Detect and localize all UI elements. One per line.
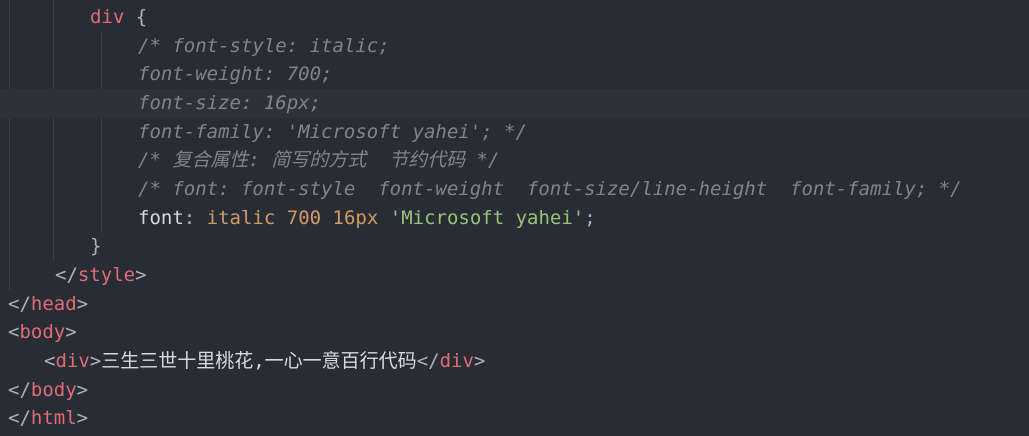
punctuation: :: [183, 207, 207, 229]
html-tag: head: [30, 293, 77, 315]
punctuation: <: [8, 321, 20, 343]
punctuation: >: [76, 407, 89, 429]
code-comment: /* 复合属性: 简写的方式 节约代码 */: [138, 149, 500, 171]
code-line[interactable]: </html>: [8, 404, 1029, 433]
html-tag: div: [55, 350, 90, 372]
code-line[interactable]: </head>: [8, 290, 1029, 319]
css-value: italic: [206, 207, 276, 229]
css-value: 16px: [332, 207, 379, 229]
punctuation: >: [135, 264, 147, 286]
html-tag: html: [30, 407, 77, 429]
code-comment: font-weight: 700;: [138, 63, 333, 85]
punctuation: </: [55, 264, 78, 286]
punctuation: </: [8, 293, 31, 315]
code-line[interactable]: </style>: [55, 261, 1029, 290]
css-selector: div: [90, 6, 125, 28]
css-property: font: [138, 207, 184, 229]
punctuation: >: [76, 379, 89, 401]
code-line[interactable]: /* font-style: italic;: [138, 32, 1029, 61]
punctuation: >: [76, 293, 89, 315]
punctuation: <: [44, 350, 56, 372]
html-tag: style: [77, 264, 136, 286]
code-comment: font-family: 'Microsoft yahei'; */: [138, 121, 527, 143]
code-line[interactable]: /* font: font-style font-weight font-siz…: [138, 175, 1029, 204]
punctuation: >: [473, 350, 486, 372]
indent-guide: [53, 0, 54, 260]
code-editor[interactable]: div { /* font-style: italic; font-weight…: [0, 0, 1029, 436]
code-comment: /* font-style: italic;: [138, 35, 390, 57]
code-line[interactable]: <body>: [8, 318, 1029, 347]
code-line[interactable]: </body>: [8, 376, 1029, 405]
punctuation: ;: [584, 207, 596, 229]
html-tag: body: [30, 379, 77, 401]
code-line[interactable]: font-family: 'Microsoft yahei'; */: [138, 118, 1029, 147]
code-line[interactable]: font-weight: 700;: [138, 60, 1029, 89]
punctuation: >: [65, 321, 77, 343]
punctuation: }: [90, 235, 102, 257]
code-line[interactable]: /* 复合属性: 简写的方式 节约代码 */: [138, 146, 1029, 175]
code-comment: /* font: font-style font-weight font-siz…: [138, 178, 962, 200]
html-tag: body: [19, 321, 66, 343]
html-tag: div: [439, 350, 474, 372]
punctuation: </: [416, 350, 440, 372]
text-content: 三生三世十里桃花,一心一意百行代码: [101, 350, 417, 372]
code-line-current[interactable]: font-size: 16px;: [0, 89, 1029, 118]
indent-guide: [9, 0, 10, 290]
punctuation: {: [124, 6, 148, 28]
punctuation: >: [89, 350, 102, 372]
code-line[interactable]: font: italic 700 16px 'Microsoft yahei';: [138, 204, 1029, 233]
punctuation: </: [8, 407, 31, 429]
code-comment: font-size: 16px;: [138, 92, 322, 114]
css-string: 'Microsoft yahei': [389, 207, 585, 229]
code-line[interactable]: div {: [90, 3, 1029, 32]
css-value: 700: [286, 207, 322, 229]
indent-guide: [101, 32, 102, 232]
punctuation: </: [8, 379, 31, 401]
code-line[interactable]: <div>三生三世十里桃花,一心一意百行代码</div>: [44, 347, 1029, 376]
code-line[interactable]: }: [90, 232, 1029, 261]
